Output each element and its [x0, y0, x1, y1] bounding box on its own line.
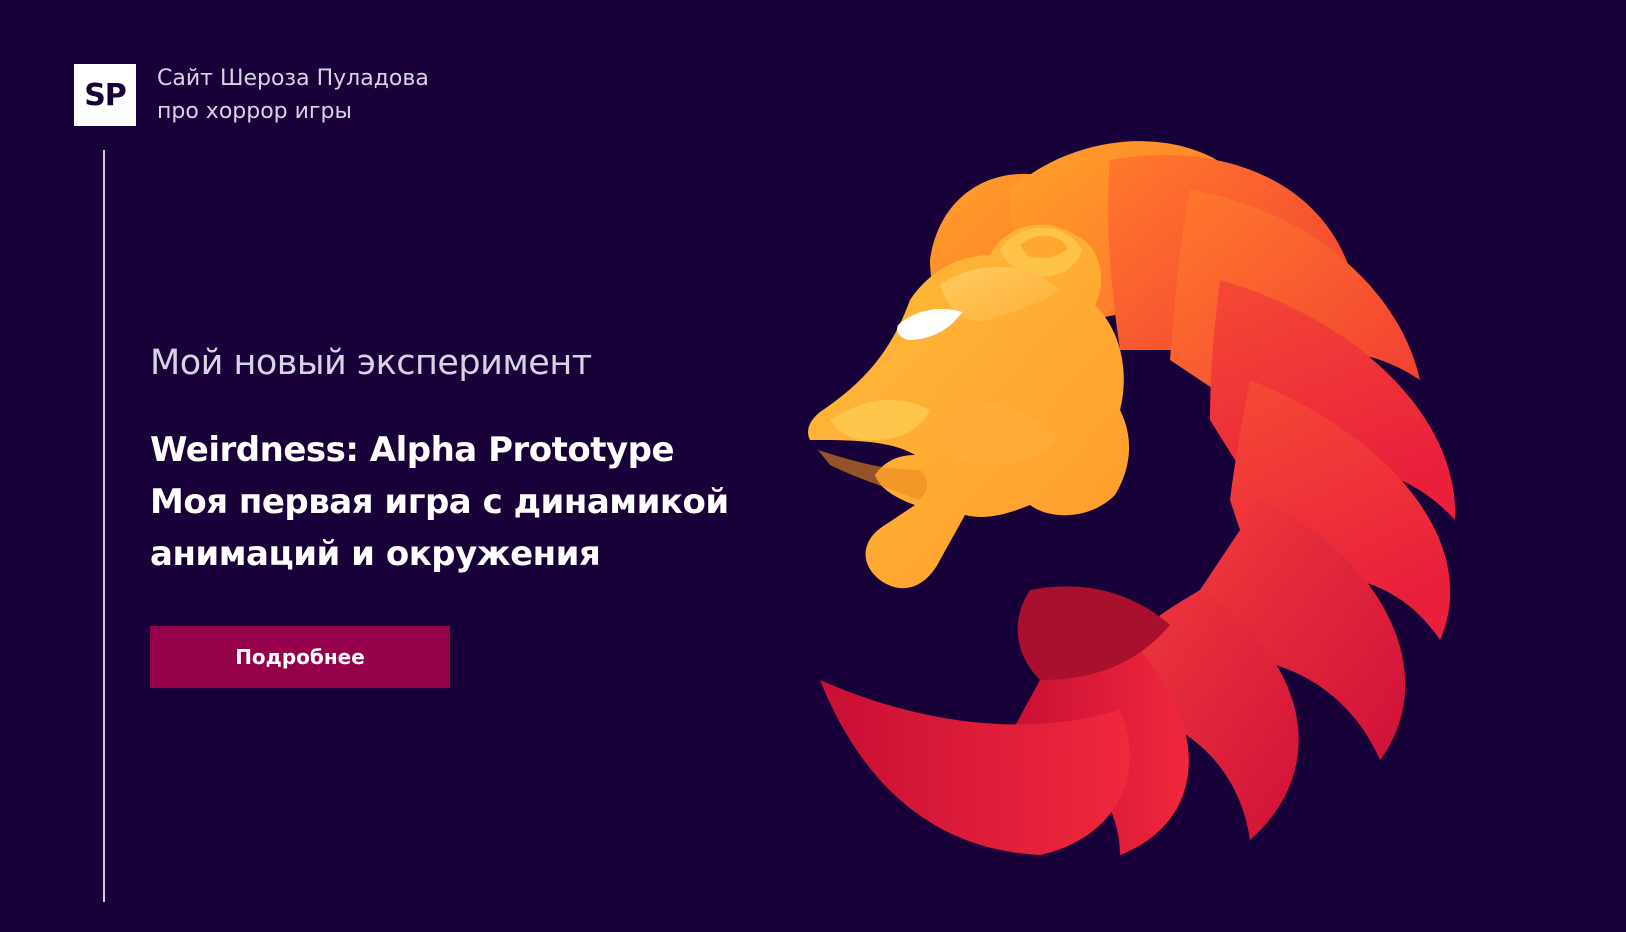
site-title-line-1: Сайт Шероза Пуладова [157, 66, 429, 91]
vertical-divider [103, 150, 105, 902]
hero-subtitle: Мой новый эксперимент [150, 343, 592, 383]
lion-head-icon [808, 141, 1456, 855]
headline-line-3: анимаций и окружения [150, 534, 601, 574]
more-details-button[interactable]: Подробнее [150, 626, 450, 688]
page: SP Сайт Шероза Пуладова про хоррор игры … [0, 0, 1626, 932]
site-logo[interactable]: SP [74, 64, 136, 126]
headline-line-2: Моя первая игра с динамикой [150, 482, 729, 522]
logo-text: SP [84, 77, 127, 113]
site-title: Сайт Шероза Пуладова про хоррор игры [157, 62, 429, 128]
headline-line-1: Weirdness: Alpha Prototype [150, 430, 675, 470]
site-title-line-2: про хоррор игры [157, 99, 352, 124]
hero-headline: Weirdness: Alpha Prototype Моя первая иг… [150, 424, 729, 580]
